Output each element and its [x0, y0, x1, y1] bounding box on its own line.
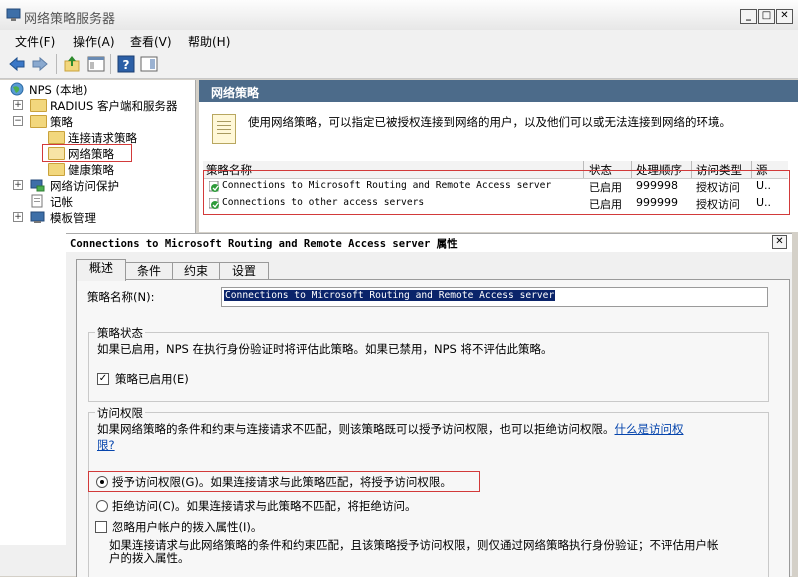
menu-help[interactable]: 帮助(H) [188, 33, 230, 50]
title-bar [0, 0, 798, 31]
window-title: 网络策略服务器 [24, 12, 116, 27]
tree-item-policies[interactable]: 策略 [50, 114, 73, 130]
tab-settings[interactable]: 设置 [219, 262, 269, 280]
what-is-access-permission-link[interactable]: 什么是访问权 [615, 422, 684, 436]
status-bar [0, 545, 66, 576]
grant-access-radio[interactable] [96, 476, 108, 488]
policy-order-cell: 999998 [636, 179, 678, 192]
forward-arrow-icon[interactable] [31, 55, 49, 73]
back-arrow-icon[interactable] [8, 55, 26, 73]
nps-globe-icon [10, 82, 24, 96]
folder-icon [30, 115, 47, 128]
document-icon [212, 114, 236, 144]
policy-status-cell: 已启用 [589, 198, 622, 211]
expand-icon[interactable]: + [13, 180, 23, 190]
svg-text:?: ? [123, 58, 130, 72]
grant-access-label[interactable]: 授予访问权限(G)。如果连接请求与此策略匹配，将授予访问权限。 [112, 474, 452, 490]
tab-constraints[interactable]: 约束 [172, 262, 220, 280]
tab-conditions[interactable]: 条件 [125, 262, 173, 280]
ignore-dialin-label[interactable]: 忽略用户帐户的拨入属性(I)。 [112, 519, 262, 535]
tree-item-radius[interactable]: RADIUS 客户端和服务器 [50, 98, 178, 114]
policy-access-cell: 授权访问 [696, 181, 740, 194]
templates-icon [30, 211, 45, 223]
toolbar-separator [56, 54, 57, 74]
tab-overview[interactable]: 概述 [76, 259, 126, 281]
policy-source-cell: U.. [756, 196, 772, 209]
up-folder-icon[interactable] [63, 55, 81, 73]
expand-icon[interactable]: + [13, 212, 23, 222]
tree-item-templates[interactable]: 模板管理 [50, 210, 96, 226]
policy-access-cell: 授权访问 [696, 198, 740, 211]
deny-access-radio[interactable] [96, 500, 108, 512]
policy-enabled-icon [209, 198, 219, 209]
dialog-title: Connections to Microsoft Routing and Rem… [70, 238, 458, 250]
policy-source-cell: U.. [756, 179, 772, 192]
pane-header: 网络策略 [199, 80, 798, 102]
policy-enabled-icon [209, 181, 219, 192]
network-access-protection-icon [30, 179, 45, 192]
ignore-dialin-description-line1: 如果连接请求与此网络策略的条件和约束匹配，且该策略授予访问权限，则仅通过网络策略… [109, 538, 719, 552]
tree-item-network-policies[interactable]: 网络策略 [68, 146, 114, 162]
minimize-button[interactable]: _ [740, 9, 757, 24]
menu-file[interactable]: 文件(F) [15, 33, 55, 50]
nps-app-icon [6, 8, 21, 21]
ignore-dialin-description-line2: 户的拨入属性。 [109, 551, 190, 565]
collapse-icon[interactable]: − [13, 116, 23, 126]
deny-access-label[interactable]: 拒绝访问(C)。如果连接请求与此策略不匹配，将拒绝访问。 [112, 498, 417, 514]
what-is-access-permission-link-cont[interactable]: 限? [97, 438, 115, 452]
show-hide-tree-icon[interactable] [87, 55, 105, 73]
folder-icon [30, 99, 47, 112]
tree-item-accounting[interactable]: 记帐 [50, 194, 73, 210]
policy-state-group-label: 策略状态 [95, 325, 145, 341]
access-permission-group-label: 访问权限 [95, 405, 145, 421]
dialog-close-button[interactable]: ✕ [772, 235, 787, 249]
policy-name-cell: Connections to other access servers [222, 197, 425, 208]
tree-item-nps-root[interactable]: NPS (本地) [29, 82, 87, 98]
toolbar-separator [110, 54, 111, 74]
help-icon[interactable]: ? [117, 55, 135, 73]
menu-bar [0, 30, 798, 50]
policy-name-value: Connections to Microsoft Routing and Rem… [224, 290, 556, 301]
access-description: 如果网络策略的条件和约束与连接请求不匹配，则该策略既可以授予访问权限，也可以拒绝… [97, 422, 684, 452]
ignore-dialin-checkbox[interactable] [95, 521, 107, 533]
policy-enabled-label[interactable]: 策略已启用(E) [115, 371, 189, 387]
policy-name-label: 策略名称(N): [87, 290, 155, 304]
maximize-button[interactable]: □ [758, 9, 775, 24]
policy-enabled-checkbox[interactable]: ✓ [97, 373, 109, 385]
open-folder-icon [48, 147, 65, 160]
folder-icon [48, 131, 65, 144]
tree-item-nap[interactable]: 网络访问保护 [50, 178, 119, 194]
close-button[interactable]: ✕ [776, 9, 793, 24]
expand-icon[interactable]: + [13, 100, 23, 110]
accounting-icon [31, 194, 43, 208]
policy-name-field[interactable]: Connections to Microsoft Routing and Rem… [221, 287, 768, 307]
policy-order-cell: 999999 [636, 196, 678, 209]
policy-status-cell: 已启用 [589, 181, 622, 194]
policy-name-cell: Connections to Microsoft Routing and Rem… [222, 180, 552, 191]
folder-icon [48, 163, 65, 176]
policy-state-description: 如果已启用，NPS 在执行身份验证时将评估此策略。如果已禁用，NPS 将不评估此… [97, 342, 553, 356]
menu-view[interactable]: 查看(V) [130, 33, 172, 50]
tree-item-health-policies[interactable]: 健康策略 [68, 162, 114, 178]
pane-header-title: 网络策略 [211, 86, 260, 100]
properties-pane-icon[interactable] [140, 55, 158, 73]
pane-description: 使用网络策略，可以指定已被授权连接到网络的用户，以及他们可以或无法连接到网络的环… [248, 115, 731, 129]
menu-action[interactable]: 操作(A) [73, 33, 115, 50]
